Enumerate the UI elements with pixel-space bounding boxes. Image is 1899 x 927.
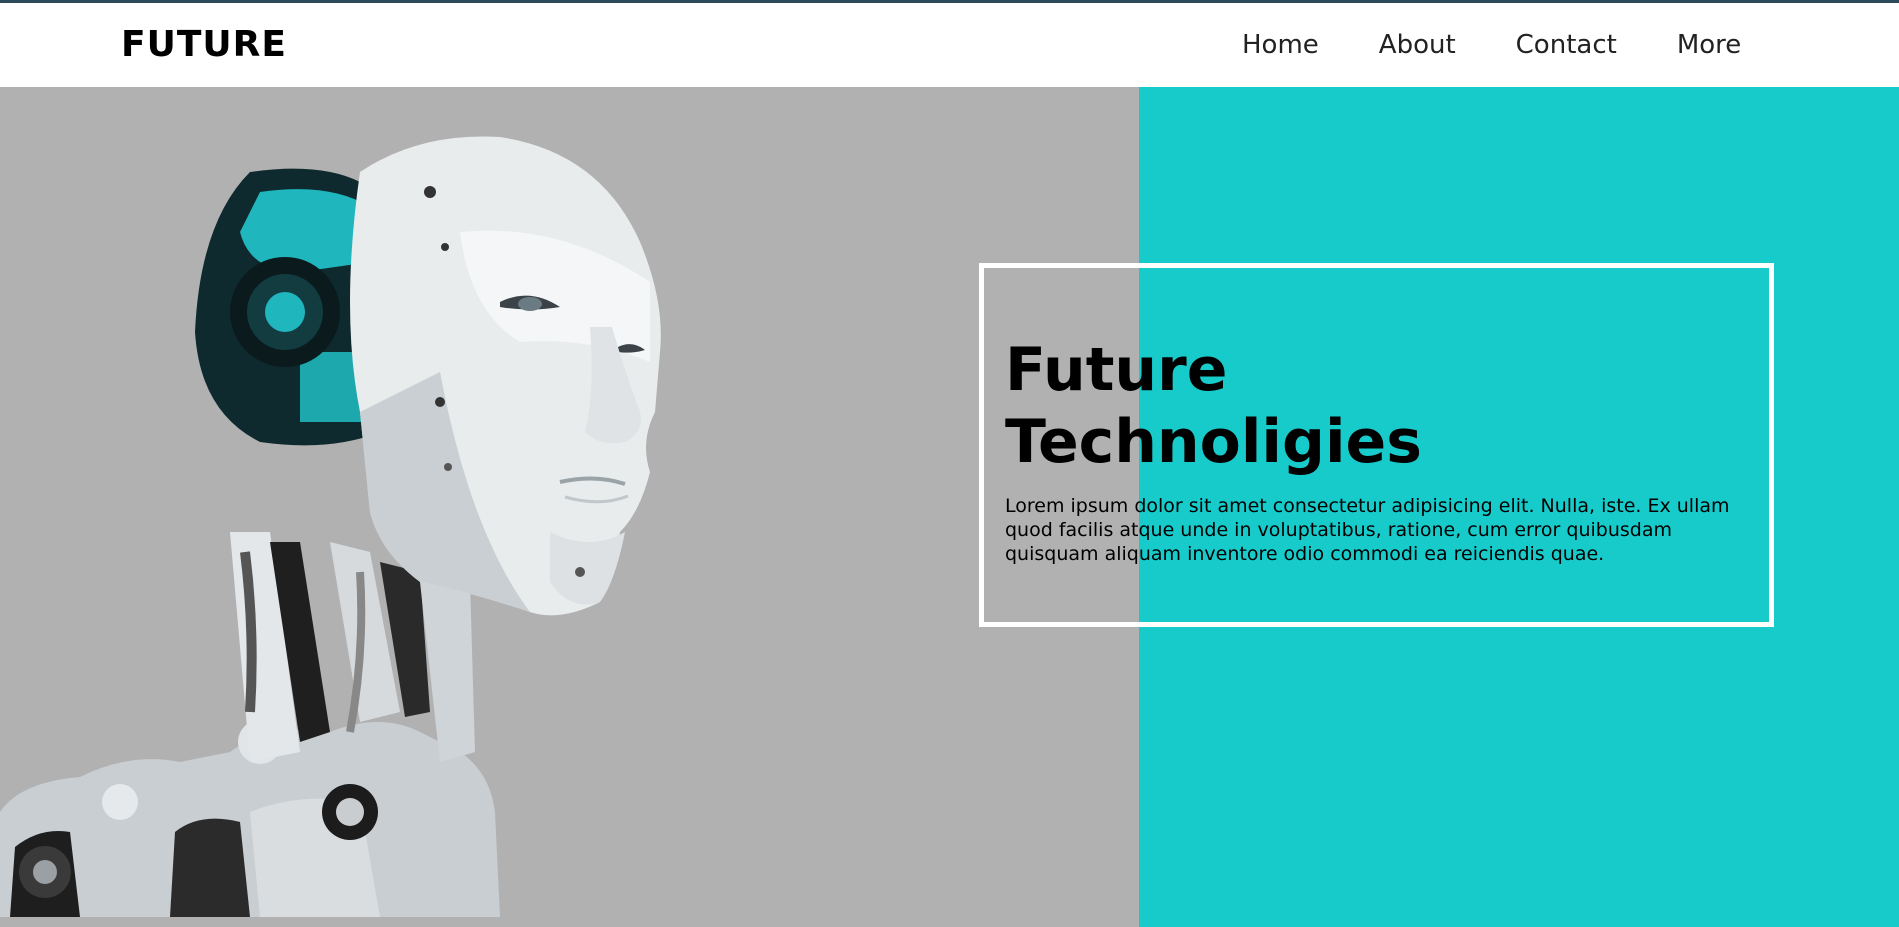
hero-description: Lorem ipsum dolor sit amet consectetur a… xyxy=(1005,495,1730,565)
hero-section: Future Technoligies Lorem ipsum dolor si… xyxy=(0,87,1899,927)
nav-more-link[interactable]: More xyxy=(1677,30,1741,60)
nav-home-link[interactable]: Home xyxy=(1242,30,1319,60)
hero-title: Future Technoligies xyxy=(1005,334,1705,478)
nav-about-link[interactable]: About xyxy=(1379,30,1456,60)
robot-head-image xyxy=(0,136,661,917)
nav-contact-link[interactable]: Contact xyxy=(1516,30,1617,60)
nav-menu: Home About Contact More xyxy=(1242,30,1801,60)
navbar: FUTURE Home About Contact More xyxy=(0,3,1899,87)
hero-title-line1: Future xyxy=(1005,335,1228,405)
hero-title-line2: Technoligies xyxy=(1005,407,1422,477)
site-logo[interactable]: FUTURE xyxy=(121,24,287,65)
